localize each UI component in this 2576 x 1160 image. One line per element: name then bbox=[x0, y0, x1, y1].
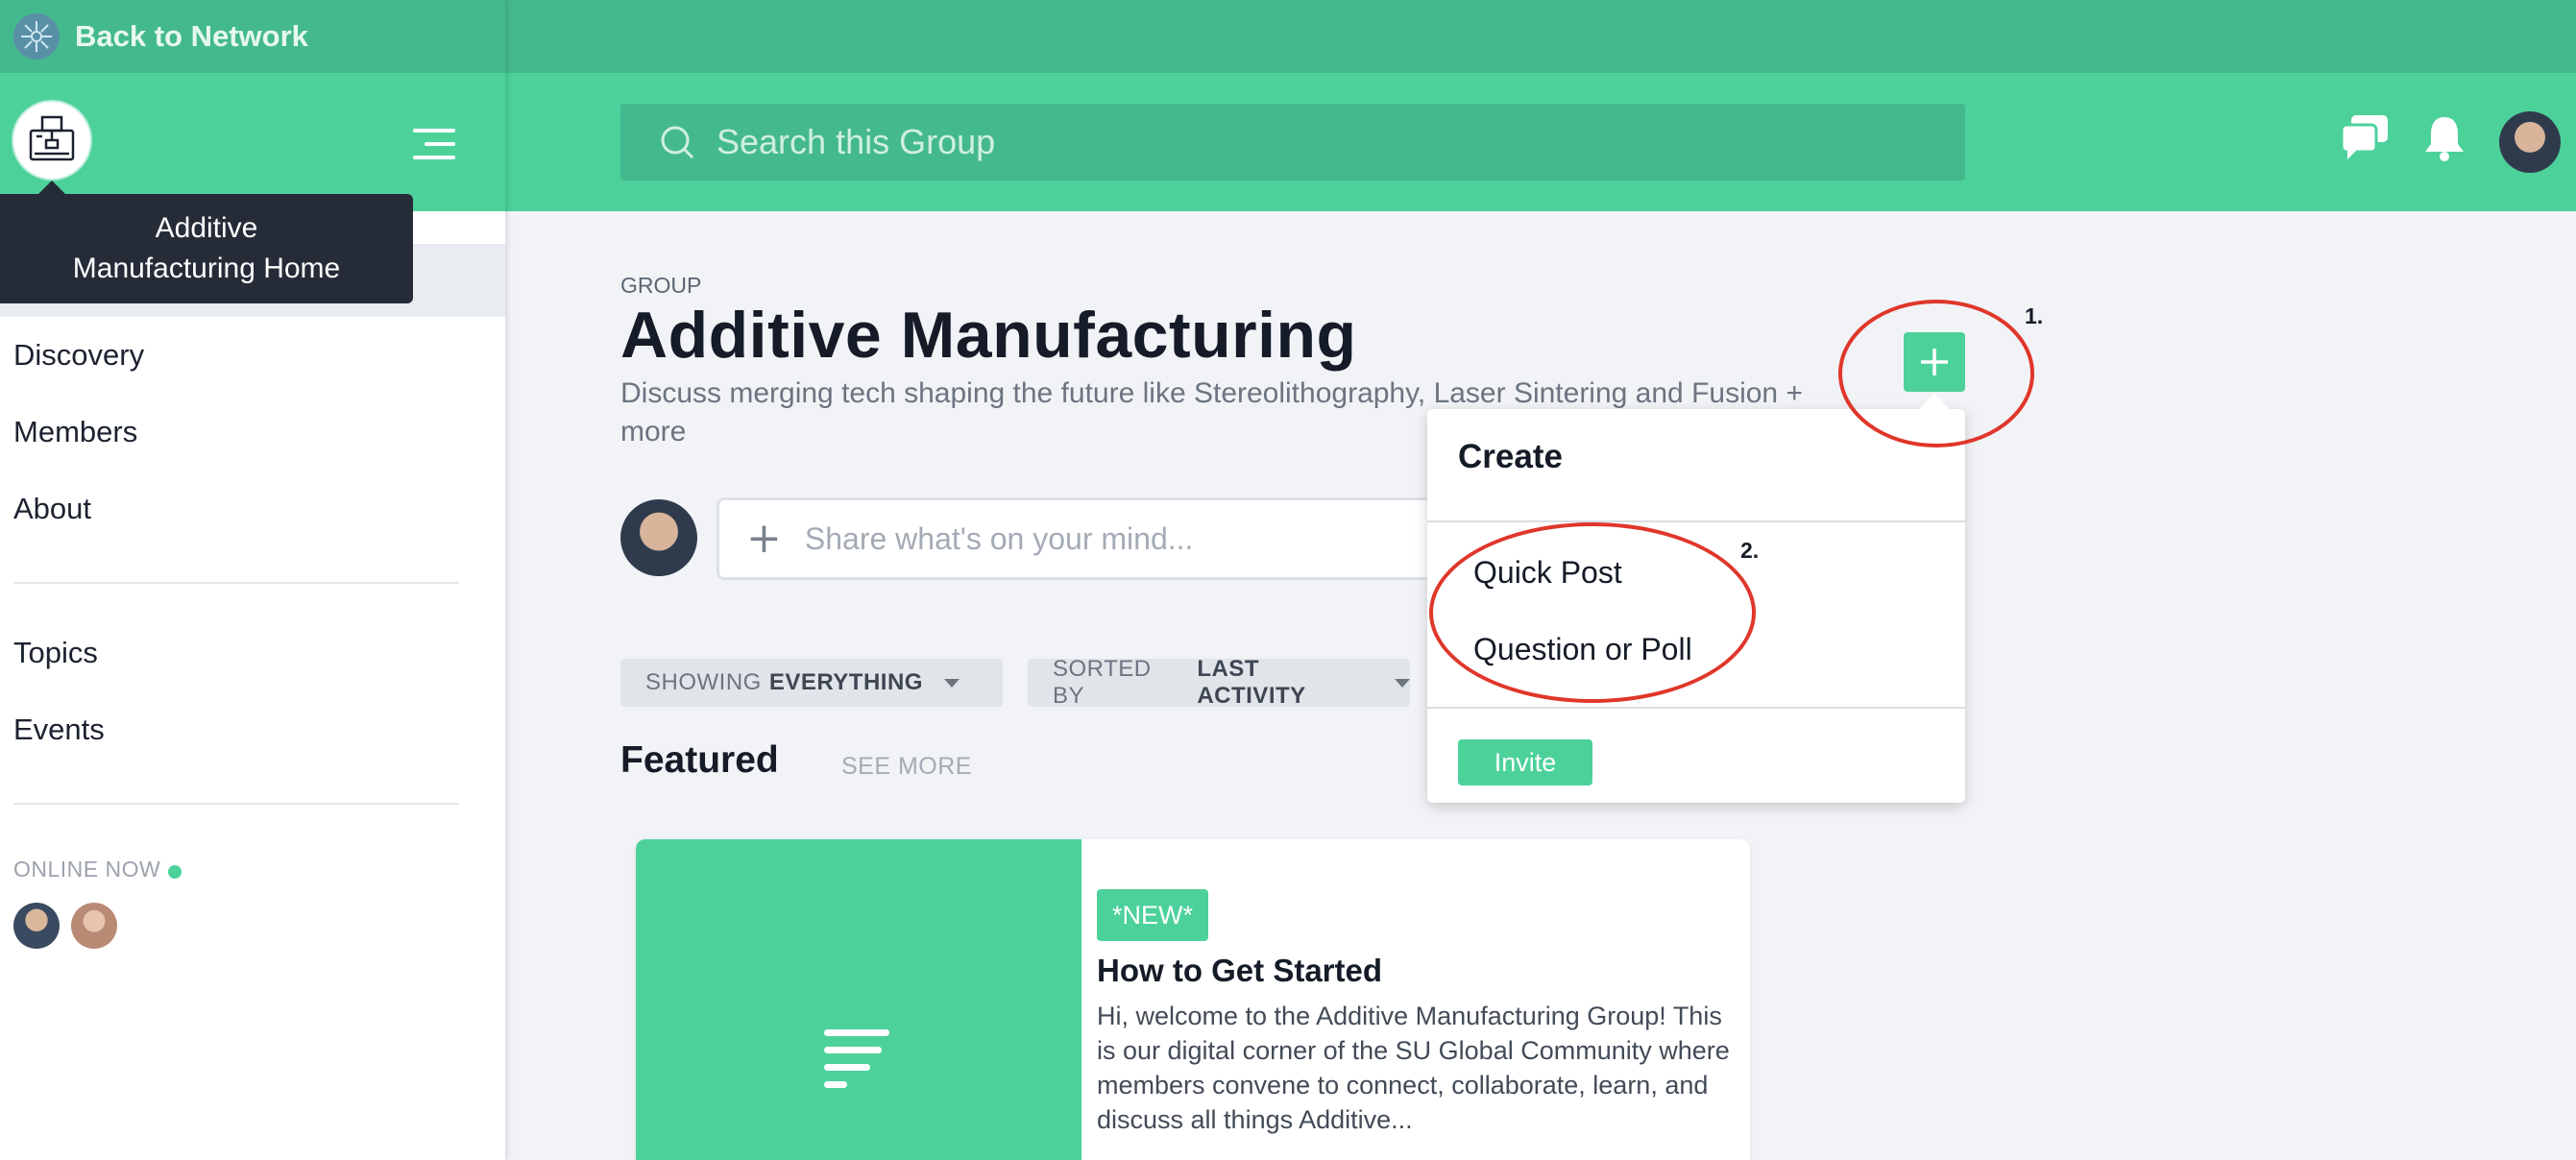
chevron-down-icon bbox=[1395, 678, 1410, 688]
sort-dropdown[interactable]: SORTED BY LAST ACTIVITY bbox=[1028, 656, 1410, 709]
card-thumbnail bbox=[636, 839, 1081, 1160]
search-icon bbox=[661, 126, 694, 159]
menu-divider bbox=[1427, 520, 1965, 522]
share-placeholder: Share what's on your mind... bbox=[804, 520, 1194, 556]
sidebar-item-events[interactable]: Events bbox=[13, 713, 105, 747]
top-bar-strip bbox=[505, 0, 2576, 73]
plus-icon bbox=[1921, 349, 1948, 375]
card-excerpt: Hi, welcome to the Additive Manufacturin… bbox=[1097, 1002, 1730, 1134]
sorted-value: LAST ACTIVITY bbox=[1197, 656, 1306, 709]
sidebar-header bbox=[0, 73, 505, 211]
sidebar-item-members[interactable]: Members bbox=[13, 415, 137, 449]
online-now-text: ONLINE NOW bbox=[13, 857, 161, 882]
invite-button[interactable]: Invite bbox=[1458, 739, 1592, 785]
bell-icon[interactable] bbox=[2422, 113, 2467, 161]
sidebar-divider bbox=[13, 803, 459, 805]
question-poll-item[interactable]: Question or Poll bbox=[1473, 632, 1692, 667]
showing-value: EVERYTHING bbox=[768, 669, 923, 695]
tooltip-text: Additive Manufacturing Home bbox=[72, 212, 341, 284]
network-logo-icon bbox=[13, 13, 60, 60]
annotation-label-1: 1. bbox=[2025, 303, 2044, 328]
chevron-down-icon bbox=[943, 678, 960, 688]
create-button[interactable] bbox=[1904, 332, 1965, 392]
chat-icon[interactable] bbox=[2340, 113, 2390, 159]
current-user-avatar bbox=[620, 499, 697, 576]
search-input[interactable] bbox=[715, 121, 1867, 163]
online-member-avatar[interactable] bbox=[71, 903, 117, 949]
search-bar[interactable] bbox=[620, 104, 1965, 181]
featured-card[interactable]: *NEW* How to Get Started Hi, welcome to … bbox=[636, 839, 1750, 1160]
menu-divider bbox=[1427, 707, 1965, 709]
group-label: GROUP bbox=[620, 273, 702, 298]
menu-icon[interactable] bbox=[413, 129, 455, 159]
featured-heading: Featured bbox=[620, 739, 779, 781]
back-to-network-link[interactable]: Back to Network bbox=[0, 0, 505, 73]
group-logo-icon[interactable] bbox=[13, 102, 90, 179]
sidebar-item-topics[interactable]: Topics bbox=[13, 636, 98, 670]
showing-prefix: SHOWING bbox=[645, 669, 762, 695]
page-title: Additive Manufacturing bbox=[620, 299, 1357, 372]
plus-icon: + bbox=[746, 514, 782, 563]
share-post-input[interactable]: + Share what's on your mind... bbox=[717, 497, 1523, 580]
showing-filter-dropdown[interactable]: SHOWING EVERYTHING bbox=[620, 659, 1003, 707]
back-to-network-label: Back to Network bbox=[75, 19, 308, 53]
card-title[interactable]: How to Get Started bbox=[1097, 953, 1382, 989]
annotation-label-2: 2. bbox=[1740, 538, 1760, 563]
sidebar-item-about[interactable]: About bbox=[13, 492, 91, 526]
online-status-dot bbox=[168, 864, 182, 879]
quick-post-item[interactable]: Quick Post bbox=[1473, 555, 1622, 591]
user-avatar[interactable] bbox=[2499, 111, 2561, 173]
sidebar-item-discovery[interactable]: Discovery bbox=[13, 338, 144, 373]
online-now-label: ONLINE NOW bbox=[13, 857, 182, 882]
online-member-avatar[interactable] bbox=[13, 903, 60, 949]
sidebar-divider bbox=[13, 582, 459, 584]
see-more-link[interactable]: SEE MORE bbox=[841, 753, 972, 781]
sidebar: Back to Network Additive Manufacturing H bbox=[0, 0, 505, 1160]
create-menu-title: Create bbox=[1458, 438, 1563, 475]
sorted-prefix: SORTED BY bbox=[1053, 656, 1152, 709]
new-badge: *NEW* bbox=[1097, 889, 1209, 941]
create-menu: Create Quick Post Question or Poll Invit… bbox=[1427, 394, 1965, 803]
home-tooltip: Additive Manufacturing Home bbox=[0, 181, 413, 303]
document-icon bbox=[824, 1029, 889, 1088]
